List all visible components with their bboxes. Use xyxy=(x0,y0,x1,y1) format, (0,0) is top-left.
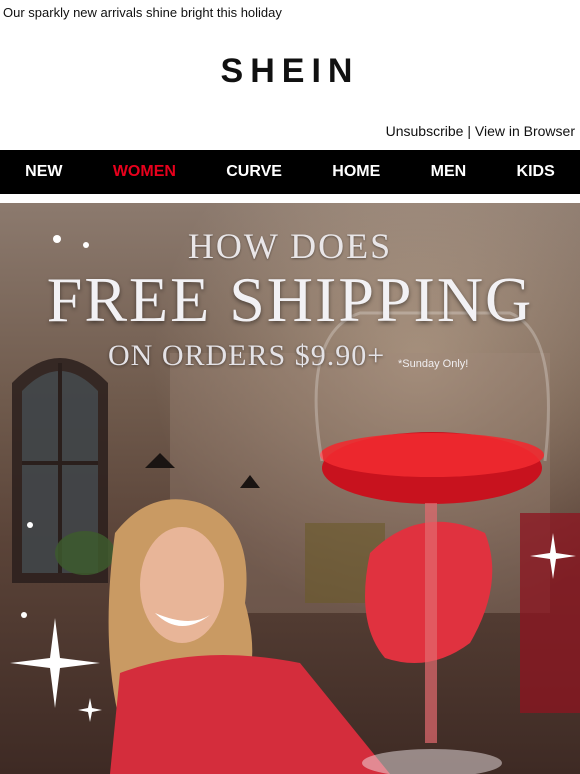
unsubscribe-link[interactable]: Unsubscribe xyxy=(386,123,464,139)
nav-item-new[interactable]: NEW xyxy=(19,163,68,181)
nav-item-home[interactable]: HOME xyxy=(326,163,386,181)
hero-headline-line1: HOW DOES xyxy=(187,226,393,266)
shein-logo[interactable]: SHEIN xyxy=(0,52,580,91)
utility-links: Unsubscribe | View in Browser xyxy=(386,123,575,139)
view-in-browser-link[interactable]: View in Browser xyxy=(475,123,575,139)
hero-headline-line3: ON ORDERS $9.90+ xyxy=(108,339,386,372)
nav-item-men[interactable]: MEN xyxy=(425,163,473,181)
nav-item-women[interactable]: WOMEN xyxy=(107,163,182,181)
preheader-text: Our sparkly new arrivals shine bright th… xyxy=(3,5,282,20)
nav-item-curve[interactable]: CURVE xyxy=(220,163,288,181)
category-nav: NEW WOMEN CURVE HOME MEN KIDS xyxy=(0,150,580,194)
hero-banner[interactable]: HOW DOES FREE SHIPPING ON ORDERS $9.90+ … xyxy=(0,203,580,774)
hero-headline-line2: FREE SHIPPING xyxy=(46,264,534,335)
link-separator: | xyxy=(463,123,475,139)
hero-footnote: *Sunday Only! xyxy=(398,358,469,370)
nav-item-kids[interactable]: KIDS xyxy=(511,163,561,181)
